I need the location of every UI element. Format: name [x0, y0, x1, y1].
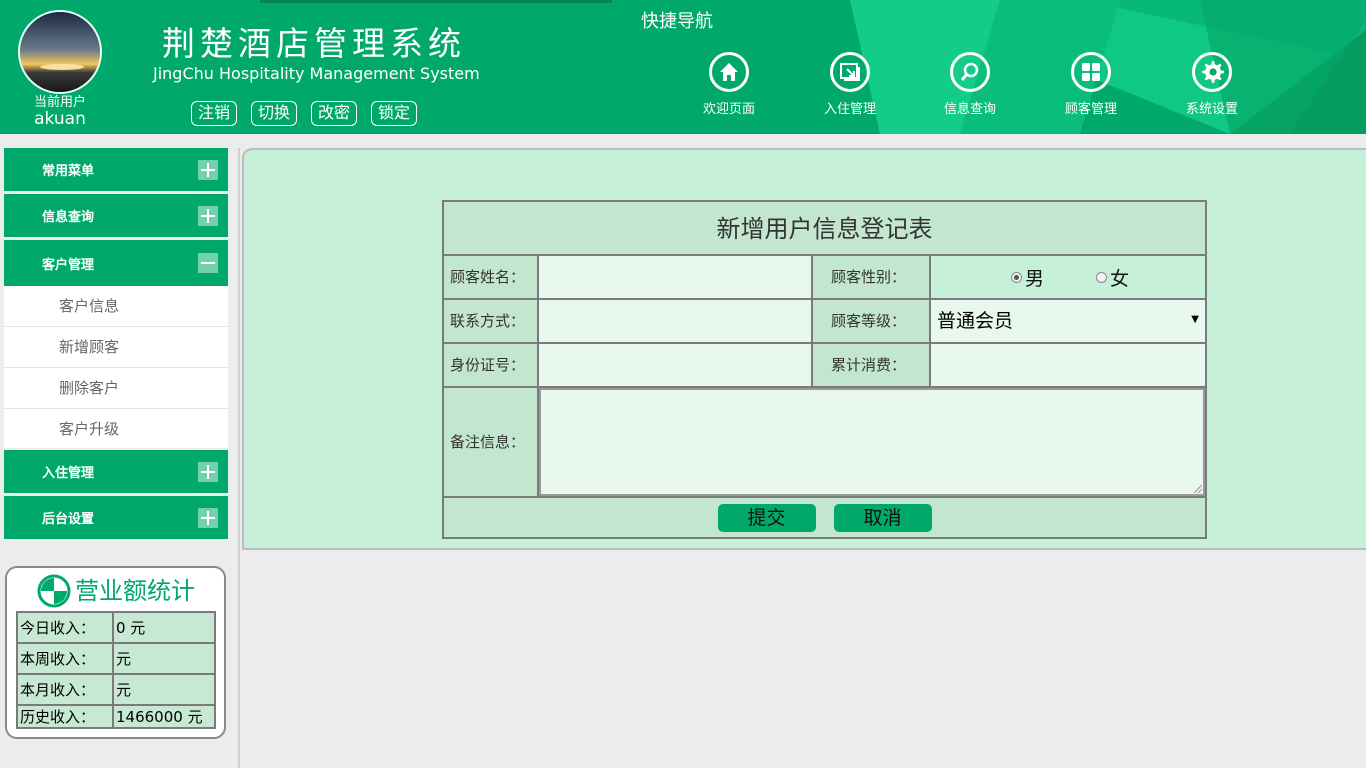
search-icon — [950, 52, 990, 92]
sidebar-menu-checkin-mgmt[interactable]: 入住管理 — [4, 450, 228, 496]
gender-radio-group: 男 女 — [931, 256, 1205, 298]
quicknav-label: 信息查询 — [943, 102, 996, 117]
expand-plus-icon[interactable] — [198, 461, 218, 482]
switch-user-button[interactable]: 切换 — [251, 101, 298, 126]
gender-option-label: 女 — [1110, 267, 1130, 290]
revenue-value: 元 — [112, 642, 216, 675]
notes-label: 备注信息： — [444, 388, 539, 496]
table-row: 今日收入： 0 元 — [16, 611, 216, 644]
collapse-minus-icon[interactable] — [198, 253, 218, 273]
sidebar-menu-label: 客户管理 — [42, 257, 95, 273]
sidebar-item-upgrade-customer[interactable]: 客户升级 — [4, 409, 228, 450]
revenue-value: 0 元 — [112, 611, 216, 644]
revenue-label: 本周收入： — [16, 642, 114, 675]
sidebar: 常用菜单 信息查询 客户管理 客户信息 新增顾客 删除客户 客户升级 入住管理 … — [4, 148, 228, 542]
radio-unchecked-icon[interactable] — [1096, 271, 1108, 283]
current-user-name: akuan — [34, 109, 86, 129]
table-row: 本月收入： 元 — [16, 673, 216, 706]
pie-chart-icon — [37, 574, 71, 608]
expand-plus-icon[interactable] — [198, 507, 218, 528]
form-title: 新增用户信息登记表 — [444, 202, 1205, 256]
gender-option-label: 男 — [1025, 267, 1045, 290]
sidebar-menu-customer-mgmt[interactable]: 客户管理 — [4, 240, 228, 286]
name-label: 顾客姓名： — [444, 256, 539, 298]
sidebar-item-delete-customer[interactable]: 删除客户 — [4, 368, 228, 409]
lock-button[interactable]: 锁定 — [371, 101, 418, 126]
header: 当前用户 akuan 荆楚酒店管理系统 JingChu Hospitality … — [0, 0, 1366, 134]
sidebar-item-add-customer[interactable]: 新增顾客 — [4, 327, 228, 368]
table-row: 历史收入： 1466000 元 — [16, 704, 216, 729]
expand-plus-icon[interactable] — [198, 205, 218, 226]
sidebar-item-customer-info[interactable]: 客户信息 — [4, 286, 228, 327]
quicknav-label: 系统设置 — [1185, 102, 1238, 117]
header-top-shadow — [260, 0, 612, 3]
revenue-stats-title: 营业额统计 — [37, 574, 195, 608]
notes-textarea[interactable] — [539, 388, 1205, 496]
system-title: 荆楚酒店管理系统 — [162, 24, 466, 63]
gear-icon — [1192, 52, 1232, 92]
gender-radio-female[interactable]: 女 — [1096, 264, 1129, 291]
sidebar-menu-backend-settings[interactable]: 后台设置 — [4, 496, 228, 542]
revenue-label: 历史收入： — [16, 704, 114, 729]
form-actions: 提交 取消 — [444, 498, 1205, 538]
id-number-label: 身份证号： — [444, 344, 539, 386]
contact-label: 联系方式： — [444, 300, 539, 342]
quicknav-label: 欢迎页面 — [702, 102, 755, 117]
total-spend-label: 累计消费： — [813, 344, 931, 386]
name-input[interactable] — [539, 256, 813, 298]
quicknav-welcome[interactable]: 欢迎页面 — [684, 52, 774, 118]
avatar[interactable] — [18, 10, 102, 94]
home-icon — [709, 52, 749, 92]
quicknav-settings[interactable]: 系统设置 — [1167, 52, 1257, 118]
sidebar-menu-label: 信息查询 — [42, 210, 95, 225]
form-row: 联系方式： 顾客等级： 普通会员 ▼ — [444, 300, 1205, 344]
revenue-value: 元 — [112, 673, 216, 706]
id-number-input[interactable] — [539, 344, 813, 386]
gender-radio-male[interactable]: 男 — [1011, 264, 1044, 291]
sidebar-menu-common[interactable]: 常用菜单 — [4, 148, 228, 194]
form-row: 顾客姓名： 顾客性别： 男 女 — [444, 256, 1205, 300]
revenue-stats-panel: 营业额统计 今日收入： 0 元 本周收入： 元 本月收入： 元 历史收入： 14… — [5, 566, 226, 739]
change-password-button[interactable]: 改密 — [311, 101, 358, 126]
grid-icon — [1071, 52, 1111, 92]
new-customer-form: 新增用户信息登记表 顾客姓名： 顾客性别： 男 女 联系方式： 顾客等级： 普通… — [442, 200, 1207, 539]
system-subtitle: JingChu Hospitality Management System — [153, 64, 480, 83]
revenue-table: 今日收入： 0 元 本周收入： 元 本月收入： 元 历史收入： 1466000 … — [16, 611, 216, 729]
level-label: 顾客等级： — [813, 300, 931, 342]
cancel-button[interactable]: 取消 — [833, 504, 932, 532]
revenue-label: 今日收入： — [16, 611, 114, 644]
sidebar-menu-label: 常用菜单 — [42, 164, 95, 179]
sidebar-menu-label: 入住管理 — [42, 466, 95, 481]
quick-nav-title: 快捷导航 — [641, 11, 713, 32]
radio-checked-icon[interactable] — [1011, 271, 1022, 283]
revenue-label: 本月收入： — [16, 673, 114, 706]
table-row: 本周收入： 元 — [16, 642, 216, 675]
quicknav-checkin[interactable]: 入住管理 — [805, 52, 895, 118]
revenue-stats-title-text: 营业额统计 — [75, 577, 195, 605]
total-spend-input[interactable] — [931, 344, 1205, 386]
form-row: 备注信息： — [444, 388, 1205, 498]
sidebar-menu-info-query[interactable]: 信息查询 — [4, 194, 228, 240]
dropdown-arrow-icon: ▼ — [1191, 314, 1199, 325]
sidebar-menu-label: 后台设置 — [42, 512, 95, 527]
level-select[interactable]: 普通会员 ▼ — [931, 300, 1205, 342]
expand-plus-icon[interactable] — [198, 159, 218, 180]
quicknav-label: 顾客管理 — [1064, 102, 1117, 117]
quicknav-customers[interactable]: 顾客管理 — [1046, 52, 1136, 118]
gender-label: 顾客性别： — [813, 256, 931, 298]
level-select-value: 普通会员 — [937, 310, 1014, 332]
logout-button[interactable]: 注销 — [191, 101, 238, 126]
form-row: 身份证号： 累计消费： — [444, 344, 1205, 388]
submit-button[interactable]: 提交 — [717, 504, 816, 532]
contact-input[interactable] — [539, 300, 813, 342]
quicknav-search[interactable]: 信息查询 — [925, 52, 1015, 118]
revenue-value: 1466000 元 — [112, 704, 216, 729]
current-user-caption: 当前用户 — [33, 95, 86, 110]
account-buttons: 注销 切换 改密 锁定 — [191, 101, 418, 126]
quicknav-label: 入住管理 — [823, 102, 876, 117]
checkin-icon — [830, 52, 870, 92]
